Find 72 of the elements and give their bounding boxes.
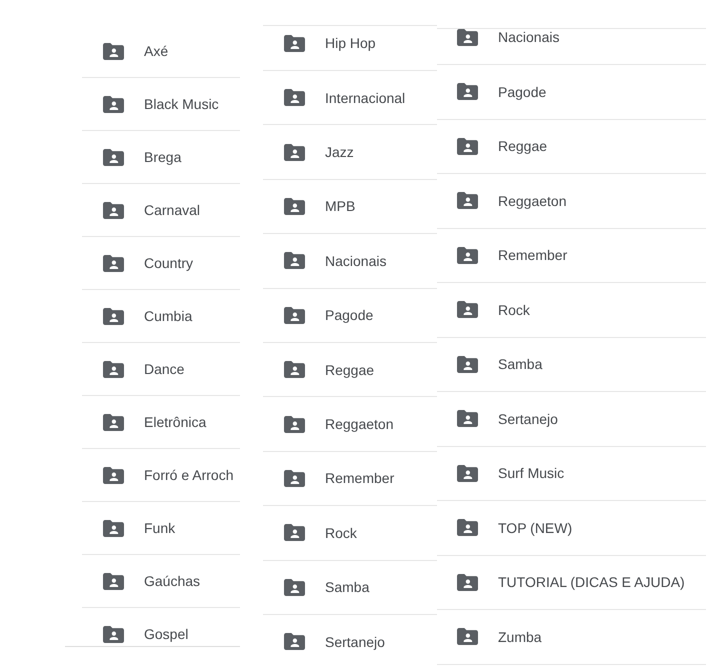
shared-folder-icon bbox=[457, 519, 478, 536]
folder-list-item[interactable]: Forró e Arroch bbox=[82, 449, 240, 502]
folder-list-item[interactable]: Nacionais bbox=[263, 234, 437, 289]
folder-list-item[interactable]: TUTORIAL (DICAS E AJUDA) bbox=[437, 556, 706, 610]
shared-folder-icon bbox=[284, 470, 305, 487]
shared-folder-icon bbox=[284, 198, 305, 215]
shared-folder-icon bbox=[103, 148, 124, 166]
shared-folder-icon bbox=[457, 246, 478, 264]
shared-folder-icon bbox=[457, 574, 478, 591]
shared-folder-icon bbox=[103, 202, 124, 218]
folder-list-item[interactable]: Nacionais bbox=[437, 29, 706, 65]
folder-list-item[interactable]: Remember bbox=[263, 452, 437, 506]
folder-list-item[interactable]: MPB bbox=[263, 180, 437, 234]
shared-folder-icon bbox=[284, 416, 305, 433]
shared-folder-icon bbox=[457, 138, 478, 155]
folder-list-item[interactable]: Axé bbox=[82, 25, 240, 78]
shared-folder-icon bbox=[284, 252, 305, 270]
shared-folder-icon bbox=[103, 520, 124, 536]
shared-folder-icon bbox=[103, 308, 124, 324]
folder-list-item[interactable]: Black Music bbox=[82, 78, 240, 131]
shared-folder-icon bbox=[103, 254, 124, 272]
shared-folder-icon bbox=[457, 301, 478, 318]
folder-list-item[interactable]: Samba bbox=[263, 560, 437, 615]
folder-list-item[interactable]: Pagode bbox=[263, 288, 437, 343]
shared-folder-icon bbox=[103, 96, 124, 112]
folder-list-item[interactable]: Internacional bbox=[263, 71, 437, 126]
folder-list-item[interactable]: Remember bbox=[437, 228, 706, 283]
shared-folder-icon bbox=[284, 633, 305, 650]
folder-list-item[interactable]: Funk bbox=[82, 502, 240, 555]
shared-folder-icon bbox=[284, 524, 305, 542]
shared-folder-icon bbox=[284, 144, 305, 161]
folder-list-item[interactable]: Sertanejo bbox=[263, 614, 437, 667]
folder-list-item[interactable]: Country bbox=[82, 237, 240, 290]
shared-folder-icon bbox=[103, 626, 124, 642]
shared-folder-icon bbox=[457, 29, 478, 46]
folder-list-item[interactable]: Dance bbox=[82, 343, 240, 396]
shared-folder-icon bbox=[103, 42, 124, 60]
folder-list-item[interactable]: Reggaeton bbox=[437, 174, 706, 228]
folder-list-item[interactable]: Gaúchas bbox=[82, 555, 240, 608]
folder-list-item[interactable]: Gospel bbox=[82, 608, 240, 646]
shared-folder-icon bbox=[103, 414, 124, 430]
folder-list-item[interactable]: Brega bbox=[82, 131, 240, 184]
folder-list-item[interactable]: Rock bbox=[263, 506, 437, 561]
folder-list-item[interactable]: Sertanejo bbox=[437, 392, 706, 446]
shared-folder-icon bbox=[284, 578, 305, 596]
folder-list-item[interactable]: Rock bbox=[437, 283, 706, 338]
shared-folder-icon bbox=[284, 306, 305, 324]
folder-list-item[interactable]: Eletrônica bbox=[82, 396, 240, 449]
shared-folder-icon bbox=[284, 89, 305, 106]
folder-list-item[interactable]: Cumbia bbox=[82, 290, 240, 343]
shared-folder-icon bbox=[457, 628, 478, 646]
shared-folder-icon bbox=[457, 464, 478, 482]
folder-list-item[interactable]: Carnaval bbox=[82, 184, 240, 237]
shared-folder-icon bbox=[103, 466, 124, 484]
shared-folder-icon bbox=[284, 34, 305, 52]
folder-list-item[interactable]: Reggaeton bbox=[263, 397, 437, 452]
folder-list-item[interactable]: Samba bbox=[437, 338, 706, 392]
folder-list-item[interactable]: Zumba bbox=[437, 610, 706, 664]
shared-folder-icon bbox=[457, 83, 478, 100]
shared-folder-icon bbox=[457, 410, 478, 428]
folder-list-item[interactable]: Reggae bbox=[263, 342, 437, 398]
folder-list-item[interactable]: Hip Hop bbox=[263, 26, 437, 71]
shared-folder-icon bbox=[457, 192, 478, 210]
shared-folder-icon bbox=[457, 356, 478, 373]
shared-folder-icon bbox=[284, 361, 305, 378]
folder-list-item[interactable]: Jazz bbox=[263, 125, 437, 180]
folder-list-item[interactable]: TOP (NEW) bbox=[437, 501, 706, 556]
shared-folder-icon bbox=[103, 360, 124, 378]
folder-list-item[interactable]: Pagode bbox=[437, 65, 706, 120]
folder-list-item[interactable]: Reggae bbox=[437, 120, 706, 174]
shared-folder-icon bbox=[103, 572, 124, 590]
folder-list-item[interactable]: Surf Music bbox=[437, 446, 706, 501]
